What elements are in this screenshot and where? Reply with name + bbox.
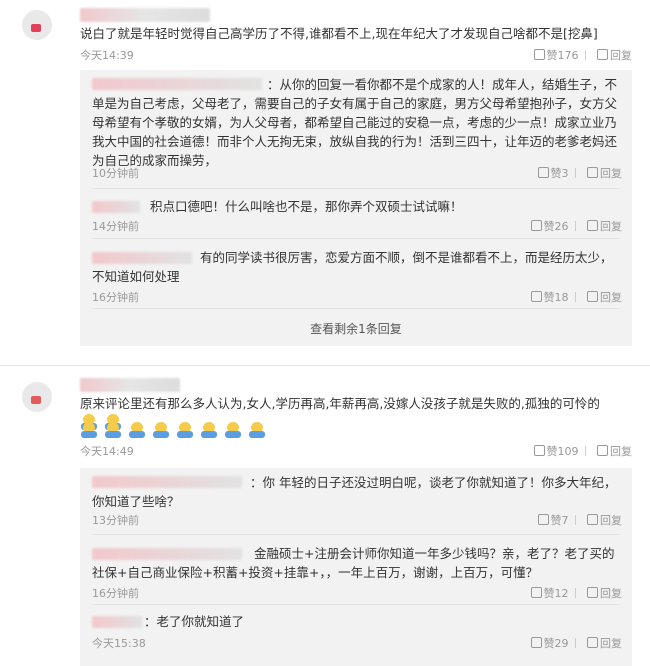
wrapped-baby-emoji-icon [248, 422, 266, 438]
reply-meta: 13分钟前 赞7 回复 [92, 512, 622, 528]
wrapped-baby-emoji-icon [224, 422, 242, 438]
reply-label: 回复 [600, 291, 622, 304]
avatar[interactable] [22, 382, 52, 412]
divider [92, 604, 620, 605]
reply-meta: 14分钟前 赞26 回复 [92, 218, 622, 234]
reply-button[interactable]: 回复 [587, 218, 622, 234]
reply-icon [587, 291, 598, 302]
username-blurred[interactable] [80, 8, 210, 22]
reply-box-2: ：你 年轻的日子还没过明白呢，谈老了你就知道了！你多大年纪，你知道了些啥？ 13… [80, 468, 632, 666]
reply-button[interactable]: 回复 [587, 165, 622, 181]
reply-icon [587, 220, 598, 231]
comment-meta: 今天14:49 赞109 回复 [80, 443, 632, 459]
wrapped-baby-emoji-icon [176, 422, 194, 438]
thumbs-up-icon [537, 514, 549, 525]
reply-meta: 16分钟前 赞18 回复 [92, 289, 622, 305]
like-button[interactable]: 赞18 [530, 289, 569, 305]
reply-button[interactable]: 回复 [587, 635, 622, 651]
reply-time: 16分钟前 [92, 291, 139, 304]
reply-icon [597, 49, 608, 60]
reply-text: ：老了你就知道了 [144, 614, 245, 629]
reply-time: 16分钟前 [92, 587, 139, 600]
reply-label: 回复 [600, 167, 622, 180]
thumbs-up-icon [530, 637, 542, 648]
divider [92, 534, 620, 535]
thumbs-up-icon [537, 167, 549, 178]
like-count: 赞109 [546, 445, 579, 458]
like-button[interactable]: 赞3 [537, 165, 569, 181]
reply-time: 13分钟前 [92, 514, 139, 527]
like-button[interactable]: 赞176 [533, 47, 579, 63]
reply-box-1: ：从你的回复一看你都不是个成家的人！成年人，结婚生子，不单是为自己考虑，父母老了… [80, 70, 632, 346]
reply-button[interactable]: 回复 [587, 585, 622, 601]
reply-text: 有的同学读书很厉害，恋爱方面不顺，倒不是谁都看不上，而是经历太少，不知道如何处理 [92, 250, 613, 284]
reply-button[interactable]: 回复 [587, 512, 622, 528]
reply-label: 回复 [600, 587, 622, 600]
reply-button[interactable]: 回复 [587, 289, 622, 305]
like-button[interactable]: 赞26 [530, 218, 569, 234]
wrapped-baby-emoji-icon [104, 422, 122, 438]
avatar[interactable] [22, 10, 52, 40]
reply-icon [587, 637, 598, 648]
reply-text: 金融硕士+注册会计师你知道一年多少钱吗？亲，老了？老了买的社保+自己商业保险+积… [92, 546, 615, 580]
reply-icon [587, 514, 598, 525]
like-count: 赞18 [543, 291, 569, 304]
comment-separator [0, 365, 650, 366]
reply-button[interactable]: 回复 [597, 443, 632, 459]
like-count: 赞176 [546, 49, 579, 62]
reply-icon [587, 587, 598, 598]
wrapped-baby-emoji-icon [152, 422, 170, 438]
reply-meta: 16分钟前 赞12 回复 [92, 585, 622, 601]
reply-label: 回复 [600, 637, 622, 650]
reply-meta: 今天15:38 赞29 回复 [92, 635, 622, 651]
comment-text: 说白了就是年轻时觉得自己高学历了不得,谁都看不上,现在年纪大了才发现自己啥都不是… [80, 26, 598, 41]
thumbs-up-icon [533, 49, 545, 60]
reply-label: 回复 [610, 445, 632, 458]
reply-time: 14分钟前 [92, 220, 139, 233]
like-count: 赞12 [543, 587, 569, 600]
thumbs-up-icon [530, 587, 542, 598]
like-count: 赞3 [550, 167, 569, 180]
reply-label: 回复 [610, 49, 632, 62]
reply-button[interactable]: 回复 [597, 47, 632, 63]
reply-text: ：你 年轻的日子还没过明白呢，谈老了你就知道了！你多大年纪，你知道了些啥？ [92, 475, 617, 509]
reply-label: 回复 [600, 220, 622, 233]
like-button[interactable]: 赞12 [530, 585, 569, 601]
divider [92, 188, 620, 189]
reply-text: ：从你的回复一看你都不是个成家的人！成年人，结婚生子，不单是为自己考虑，父母老了… [92, 77, 618, 168]
wrapped-baby-emoji-icon [128, 422, 146, 438]
wrapped-baby-emoji-icon [200, 422, 218, 438]
wrapped-baby-emoji-icon [80, 422, 98, 438]
reply-meta: 10分钟前 赞3 回复 [92, 165, 622, 181]
like-count: 赞29 [543, 637, 569, 650]
divider [92, 308, 620, 309]
like-count: 赞26 [543, 220, 569, 233]
reply-time: 今天15:38 [92, 637, 146, 650]
view-more-replies-link[interactable]: 查看剩余1条回复 [80, 320, 632, 337]
thumbs-up-icon [530, 220, 542, 231]
thumbs-up-icon [530, 291, 542, 302]
thumbs-up-icon [533, 445, 545, 456]
reply-icon [587, 167, 598, 178]
emoji-row [80, 420, 272, 439]
like-button[interactable]: 赞29 [530, 635, 569, 651]
reply-text: 积点口德吧！什么叫啥也不是，那你弄个双硕士试试嘛！ [150, 199, 463, 214]
reply-label: 回复 [600, 514, 622, 527]
reply-icon [597, 445, 608, 456]
comment-time: 今天14:49 [80, 445, 134, 458]
reply-time: 10分钟前 [92, 167, 139, 180]
like-button[interactable]: 赞109 [533, 443, 579, 459]
like-count: 赞7 [550, 514, 569, 527]
username-blurred[interactable] [80, 378, 180, 392]
divider [92, 238, 620, 239]
comment-time: 今天14:39 [80, 49, 134, 62]
comment-meta: 今天14:39 赞176 回复 [80, 47, 632, 63]
like-button[interactable]: 赞7 [537, 512, 569, 528]
